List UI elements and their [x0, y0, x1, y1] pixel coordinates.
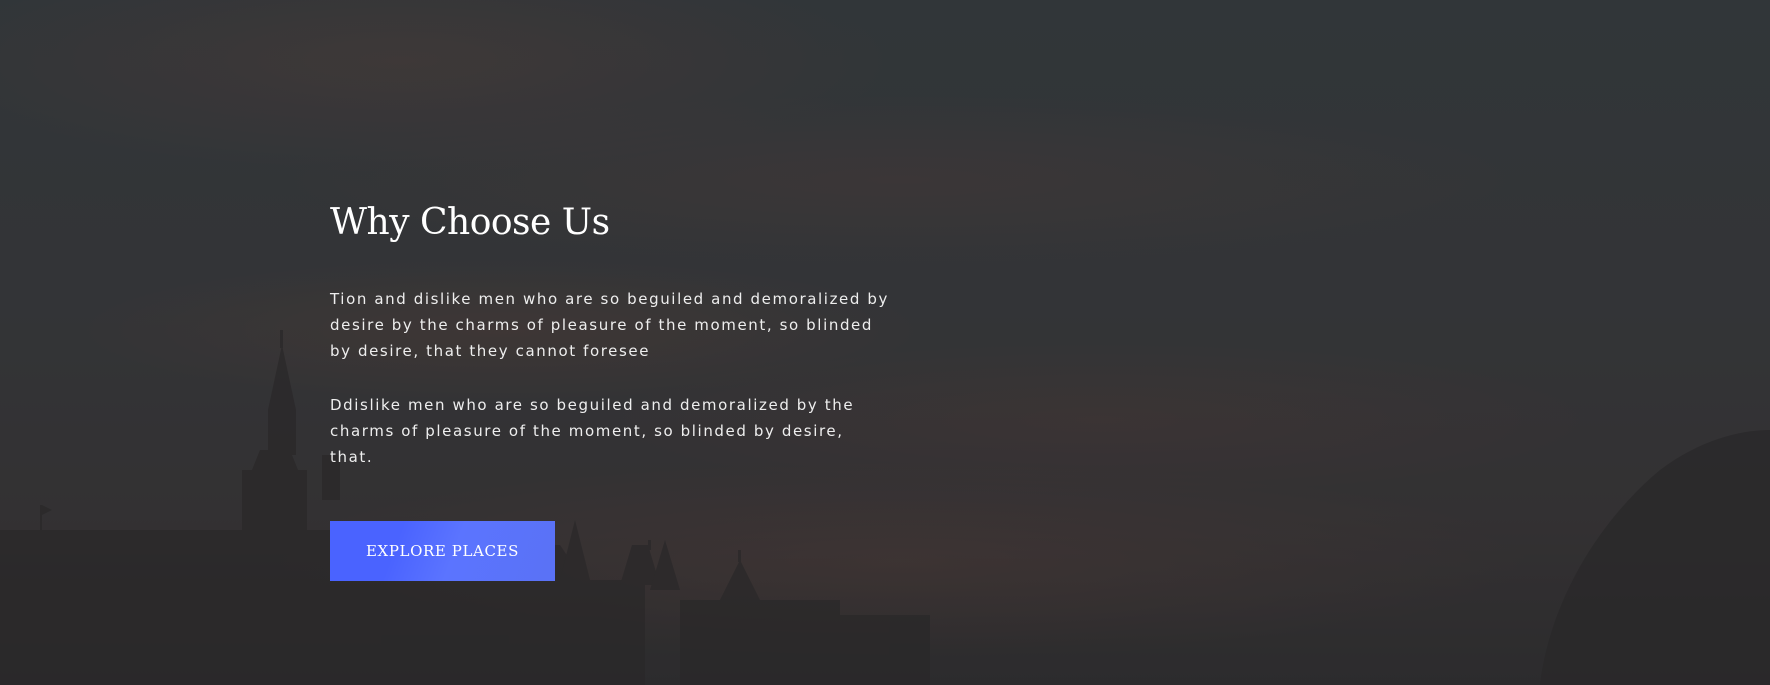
why-choose-us-block: Why Choose Us Tion and dislike men who a…	[330, 200, 910, 581]
hero-section: Why Choose Us Tion and dislike men who a…	[0, 0, 1770, 685]
section-paragraph-1: Tion and dislike men who are so beguiled…	[330, 290, 889, 360]
section-paragraph-2: Ddislike men who are so beguiled and dem…	[330, 396, 855, 466]
explore-places-button[interactable]: EXPLORE PLACES	[330, 521, 555, 581]
section-title: Why Choose Us	[330, 202, 610, 243]
